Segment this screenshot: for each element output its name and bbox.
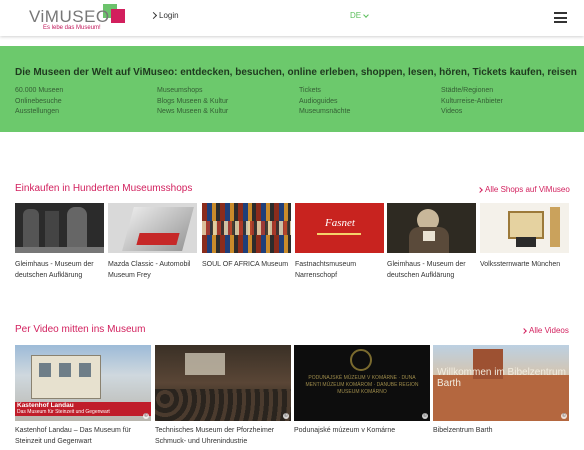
video-card[interactable]: Willkommen im Bibelzentrum Barth © Bibel… <box>433 345 569 437</box>
video-card[interactable]: Kastenhof Landau Das Museum für Steinzei… <box>15 345 151 447</box>
shop-image <box>202 203 291 253</box>
banner-column: 60.000 Museen Onlinebesuche Ausstellunge… <box>15 86 157 118</box>
copyright-icon: © <box>283 413 289 419</box>
all-videos-label: Alle Videos <box>529 326 569 335</box>
banner-column: Tickets Audioguides Museumsnächte <box>299 86 441 118</box>
banner-link[interactable]: Städte/Regionen <box>441 86 583 97</box>
banner-link[interactable]: Kulturreise-Anbieter <box>441 97 583 108</box>
top-header: ViMUSEO Es lebe das Museum! Login DE <box>0 0 584 36</box>
banner-link[interactable]: Blogs Museen & Kultur <box>157 97 299 108</box>
logo-red-square <box>111 9 125 23</box>
banner-link[interactable]: Tickets <box>299 86 441 97</box>
all-videos-link[interactable]: Alle Videos <box>521 326 569 335</box>
all-shops-link[interactable]: Alle Shops auf ViMuseo <box>477 185 570 194</box>
logo-tagline: Es lebe das Museum! <box>43 25 101 31</box>
video-thumbnail: Kastenhof Landau Das Museum für Steinzei… <box>15 345 151 421</box>
hamburger-menu-icon[interactable] <box>554 12 567 23</box>
video-caption: Technisches Museum der Pforzheimer Schmu… <box>155 427 275 445</box>
video-section-title: Per Video mitten ins Museum <box>15 324 146 335</box>
language-label: DE <box>350 11 362 20</box>
shop-caption: Gleimhaus - Museum der deutschen Aufklär… <box>387 261 466 279</box>
intro-banner: Die Museen der Welt auf ViMuseo: entdeck… <box>0 46 584 132</box>
vimuseo-logo[interactable]: ViMUSEO Es lebe das Museum! <box>29 4 129 34</box>
chevron-right-icon <box>149 11 158 20</box>
banner-link[interactable]: Museumsnächte <box>299 107 441 118</box>
banner-column: Städte/Regionen Kulturreise-Anbieter Vid… <box>441 86 583 118</box>
video-thumbnail: PODUNAJSKÉ MÚZEUM V KOMÁRNE · DUNA MENTI… <box>294 345 430 421</box>
login-link[interactable]: Login <box>149 11 179 20</box>
shop-caption: SOUL OF AFRICA Museum <box>202 261 289 268</box>
shop-card[interactable]: Gleimhaus - Museum der deutschen Aufklär… <box>15 203 104 281</box>
shop-image: Fasnet <box>295 203 384 253</box>
shops-section-title: Einkaufen in Hunderten Museumsshops <box>15 183 193 194</box>
banner-link[interactable]: News Museen & Kultur <box>157 107 299 118</box>
shop-image <box>387 203 476 253</box>
copyright-icon: © <box>422 413 428 419</box>
banner-link[interactable]: Museumshops <box>157 86 299 97</box>
video-caption: Podunajské múzeum v Komárne <box>294 427 396 434</box>
login-label: Login <box>159 11 179 20</box>
video-thumbnail: Willkommen im Bibelzentrum Barth © <box>433 345 569 421</box>
shop-card[interactable]: Volkssternwarte München <box>480 203 569 271</box>
shop-caption: Volkssternwarte München <box>480 261 561 268</box>
banner-column: Museumshops Blogs Museen & Kultur News M… <box>157 86 299 118</box>
logo-text: ViMUSEO <box>29 7 110 26</box>
banner-title: Die Museen der Welt auf ViMuseo: entdeck… <box>15 67 577 78</box>
video-card[interactable]: © Technisches Museum der Pforzheimer Sch… <box>155 345 291 447</box>
shop-image <box>108 203 197 253</box>
shop-caption: Gleimhaus - Museum der deutschen Aufklär… <box>15 261 94 279</box>
shop-card[interactable]: Fasnet Fastnachtsmuseum Narrenschopf <box>295 203 384 281</box>
shop-card[interactable]: SOUL OF AFRICA Museum <box>202 203 291 271</box>
video-overlay-text: Willkommen im Bibelzentrum Barth <box>437 367 566 389</box>
video-card[interactable]: PODUNAJSKÉ MÚZEUM V KOMÁRNE · DUNA MENTI… <box>294 345 430 437</box>
shop-card[interactable]: Mazda Classic - Automobil Museum Frey <box>108 203 197 281</box>
banner-link[interactable]: 60.000 Museen <box>15 86 157 97</box>
video-overlay-text: PODUNAJSKÉ MÚZEUM V KOMÁRNE · DUNA MENTI… <box>305 375 419 395</box>
shop-image <box>15 203 104 253</box>
shop-card[interactable]: Gleimhaus - Museum der deutschen Aufklär… <box>387 203 476 281</box>
banner-link[interactable]: Videos <box>441 107 583 118</box>
shop-image <box>480 203 569 253</box>
shop-caption: Fastnachtsmuseum Narrenschopf <box>295 261 357 279</box>
all-shops-label: Alle Shops auf ViMuseo <box>485 185 570 194</box>
shop-caption: Mazda Classic - Automobil Museum Frey <box>108 261 191 279</box>
banner-link[interactable]: Onlinebesuche <box>15 97 157 108</box>
copyright-icon: © <box>561 413 567 419</box>
banner-link[interactable]: Audioguides <box>299 97 441 108</box>
video-caption: Kastenhof Landau – Das Museum für Steinz… <box>15 427 131 445</box>
banner-link[interactable]: Ausstellungen <box>15 107 157 118</box>
chevron-right-icon <box>521 327 527 334</box>
shop-image-text: Fasnet <box>325 217 355 229</box>
chevron-right-icon <box>477 186 483 193</box>
copyright-icon: © <box>143 413 149 419</box>
video-overlay-banner: Kastenhof Landau Das Museum für Steinzei… <box>15 402 151 416</box>
video-overlay-subtitle: Das Museum für Steinzeit und Gegenwart <box>17 409 110 415</box>
video-caption: Bibelzentrum Barth <box>433 427 493 434</box>
banner-link-columns: 60.000 Museen Onlinebesuche Ausstellunge… <box>15 86 583 118</box>
language-selector[interactable]: DE <box>350 11 369 20</box>
video-thumbnail: © <box>155 345 291 421</box>
chevron-down-icon <box>363 11 369 18</box>
